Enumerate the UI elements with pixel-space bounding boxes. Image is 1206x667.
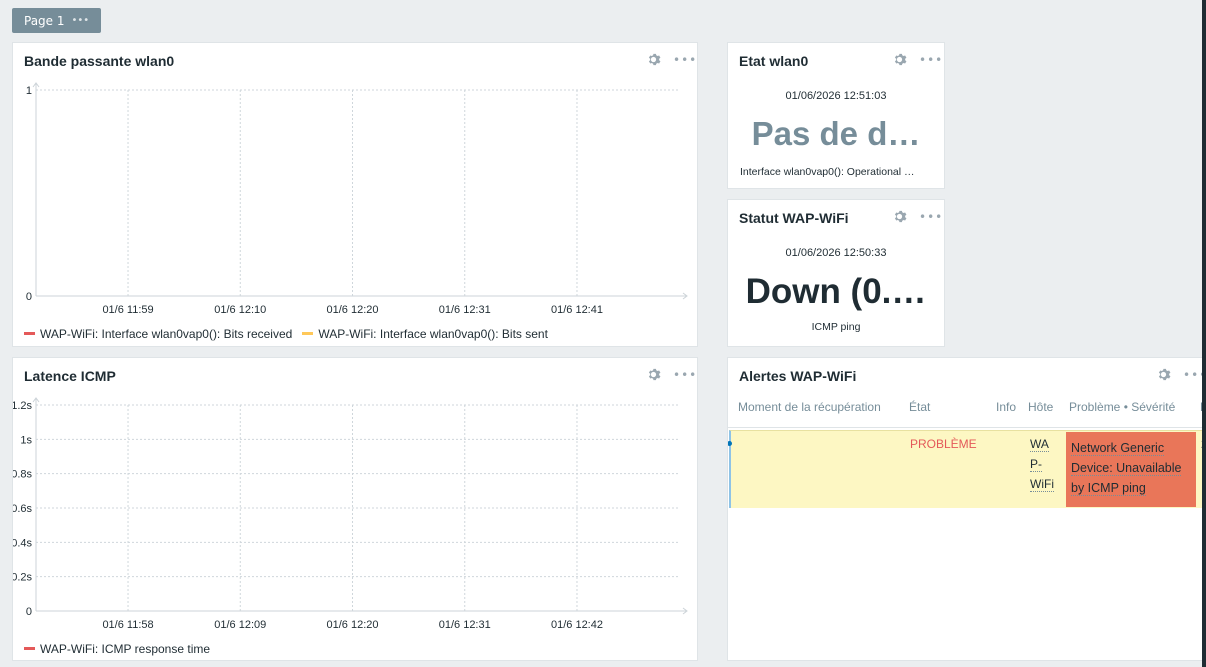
item-timestamp: 01/06/2026 12:50:33 [785,247,887,259]
page-tab-more-icon[interactable]: ••• [72,15,90,26]
legend-item[interactable]: WAP-WiFi: Interface wlan0vap0(): Bits re… [24,327,292,341]
x-tick-label: 01/6 12:31 [439,304,491,316]
legend-item[interactable]: WAP-WiFi: ICMP response time [24,642,210,656]
gear-icon[interactable] [646,52,661,67]
more-icon[interactable]: ••• [919,54,943,66]
x-tick-label: 01/6 12:42 [551,619,603,631]
latency-chart: 0 0.2s 0.4s 0.6s 0.8s 1s 1.2s 01/6 11:58 01/6 12… [13,397,688,631]
x-tick-label: 01/6 12:09 [214,619,266,631]
gear-icon[interactable] [892,209,907,224]
widget-state: Etat wlan0 ••• 01/06/2026 12:51:03 Pas d… [727,42,945,189]
item-timestamp: 01/06/2026 12:51:03 [785,90,887,102]
x-tick-label: 01/6 12:31 [439,619,491,631]
x-tick-label: 01/6 12:20 [327,619,379,631]
y-tick-label: 1s [20,434,32,446]
y-tick-label: 0 [26,291,32,303]
page-tab-label: Page 1 [24,13,65,28]
legend: WAP-WiFi: ICMP response time [24,639,220,656]
widget-bandwidth: Bande passante wlan0 ••• 0 1 01/6 11:59 01/… [12,42,698,347]
x-tick-label: 01/6 12:20 [327,304,379,316]
x-tick-label: 01/6 11:59 [102,304,153,316]
widget-title: Statut WAP-WiFi [739,210,849,226]
widget-status: Statut WAP-WiFi ••• 01/06/2026 12:50:33 … [727,199,945,347]
cell-state: PROBLÈME [910,437,977,451]
page-scrollbar[interactable] [1202,0,1206,667]
unread-dot-icon [728,441,732,446]
y-tick-label: 1 [26,85,32,97]
widget-alerts: Alertes WAP-WiFi ••• Moment de la récupé… [727,357,1206,661]
widget-title: Latence ICMP [24,368,116,384]
legend-swatch [24,332,35,335]
x-tick-label: 01/6 11:58 [102,619,153,631]
bandwidth-chart: 0 1 01/6 11:59 01/6 12:10 01/6 12:20 01/6 12:… [26,82,688,316]
widget-tools: ••• [646,52,697,67]
widget-title: Alertes WAP-WiFi [739,368,857,384]
widget-tools: ••• [892,52,943,67]
gear-icon[interactable] [1156,367,1171,382]
x-tick-label: 01/6 12:10 [214,304,266,316]
y-tick-label: 1.2s [13,400,32,412]
col-problem-severity[interactable]: Problème • Sévérité [1069,400,1175,414]
legend-label: WAP-WiFi: Interface wlan0vap0(): Bits se… [318,326,548,341]
table-row[interactable]: PROBLÈME WA P- WiFi Network Generic Devi… [728,430,1206,508]
cell-problem[interactable]: Network Generic Device: Unavailable by I… [1066,432,1196,507]
more-icon[interactable]: ••• [673,54,697,66]
legend-item[interactable]: WAP-WiFi: Interface wlan0vap0(): Bits se… [302,327,548,341]
widget-title: Bande passante wlan0 [24,53,175,69]
y-tick-label: 0 [26,606,32,618]
widget-title: Etat wlan0 [739,53,809,69]
gear-icon[interactable] [892,52,907,67]
y-tick-label: 0.6s [13,503,32,515]
more-icon[interactable]: ••• [919,211,943,223]
y-tick-label: 0.8s [13,469,32,481]
widget-tools: ••• [646,367,697,382]
item-value: Pas de d… [751,115,921,152]
widget-tools: ••• [892,209,943,224]
legend: WAP-WiFi: Interface wlan0vap0(): Bits re… [24,324,558,341]
widget-tools: ••• [1156,367,1206,382]
col-info[interactable]: Info [996,400,1016,414]
col-recovery-time[interactable]: Moment de la récupération [738,400,881,414]
item-value: Down (0.… [745,272,927,311]
legend-label: WAP-WiFi: ICMP response time [40,641,211,656]
legend-label: WAP-WiFi: Interface wlan0vap0(): Bits re… [40,326,293,341]
col-host[interactable]: Hôte [1028,400,1053,414]
col-state[interactable]: État [909,400,930,414]
item-description: ICMP ping [811,321,861,333]
item-description: Interface wlan0vap0(): Operational … [740,166,915,178]
page-tab[interactable]: Page 1 ••• [12,8,101,33]
legend-swatch [24,647,35,650]
legend-swatch [302,332,314,335]
widget-latency: Latence ICMP ••• 0 0.2s 0.4s 0.6s 0.8s 1s 1.2s… [12,357,698,661]
y-tick-label: 0.4s [13,537,32,549]
x-tick-label: 01/6 12:41 [551,304,603,316]
y-tick-label: 0.2s [13,572,32,584]
cell-host[interactable]: WA P- WiFi [1030,434,1054,494]
more-icon[interactable]: ••• [673,369,697,381]
gear-icon[interactable] [646,367,661,382]
